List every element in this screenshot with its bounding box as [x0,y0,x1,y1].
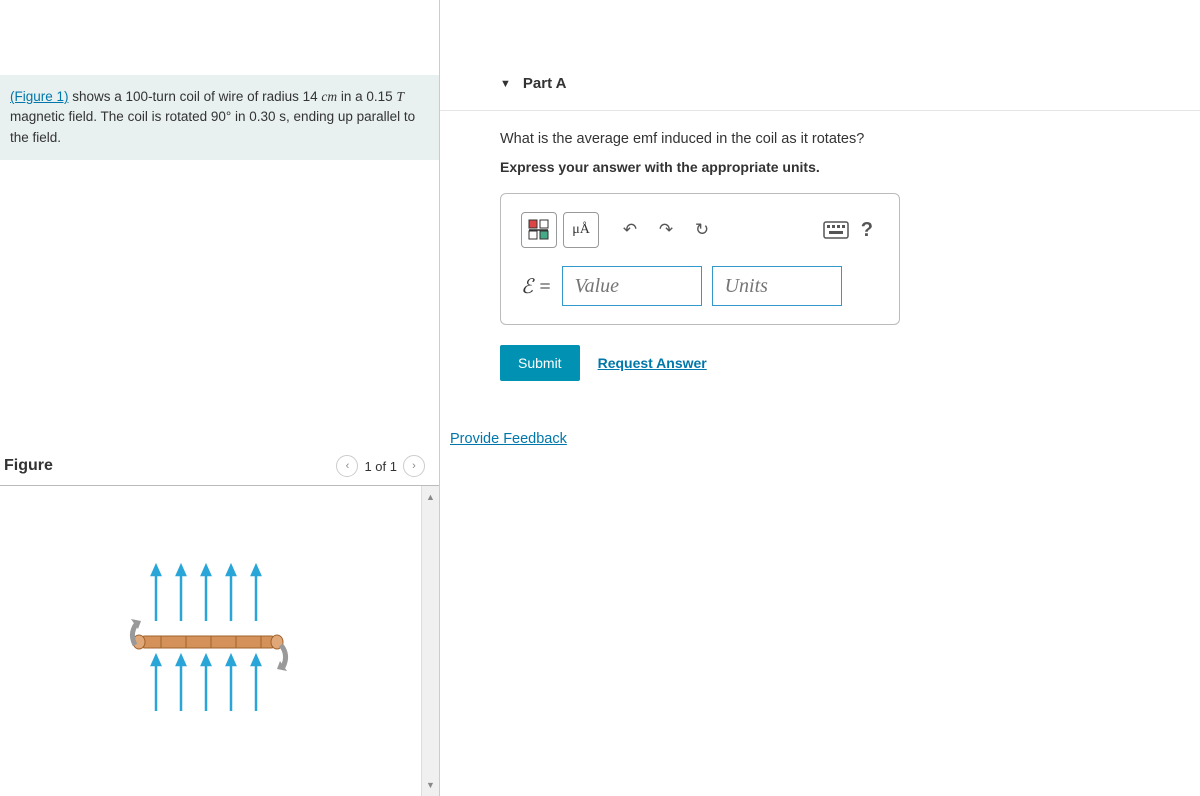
left-panel: (Figure 1) shows a 100-turn coil of wire… [0,0,440,796]
provide-feedback-link[interactable]: Provide Feedback [450,431,1200,447]
problem-statement: (Figure 1) shows a 100-turn coil of wire… [0,75,439,160]
instruction-text: Express your answer with the appropriate… [500,159,1170,175]
answer-box: μÅ ↶ ↷ ↻ ? ℰ = [500,193,900,325]
templates-icon [527,218,551,242]
templates-button[interactable] [521,212,557,248]
coil-diagram-icon [111,551,311,731]
figure-nav: ‹ 1 of 1 › [336,455,435,477]
var-T: T [396,89,404,104]
question-area: What is the average emf induced in the c… [440,110,1200,391]
epsilon-label: ℰ = [521,274,552,299]
value-input[interactable] [562,266,702,306]
help-button[interactable]: ? [855,219,879,242]
scroll-up-icon[interactable]: ▲ [424,490,437,504]
part-toggle-icon[interactable]: ▼ [500,78,511,90]
answer-toolbar: μÅ ↶ ↷ ↻ ? [521,212,879,248]
right-panel: ▼ Part A What is the average emf induced… [440,0,1200,796]
submit-button[interactable]: Submit [500,345,580,381]
scroll-down-icon[interactable]: ▼ [424,778,437,792]
part-title: Part A [523,75,567,92]
figure-section: Figure ‹ 1 of 1 › [0,447,439,796]
problem-text-1: shows a 100-turn coil of wire of radius … [69,89,322,104]
keyboard-icon[interactable] [823,221,849,239]
problem-text-2: in a 0.15 [337,89,396,104]
undo-button[interactable]: ↶ [615,215,645,245]
unit-cm: cm [321,89,337,104]
request-answer-link[interactable]: Request Answer [598,355,707,371]
figure-image [0,486,421,796]
figure-link[interactable]: (Figure 1) [10,89,69,104]
figure-body: ▲ ▼ [0,486,439,796]
figure-header: Figure ‹ 1 of 1 › [0,447,439,486]
figure-prev-button[interactable]: ‹ [336,455,358,477]
redo-button[interactable]: ↷ [651,215,681,245]
input-row: ℰ = [521,266,879,306]
units-input[interactable] [712,266,842,306]
figure-nav-text: 1 of 1 [364,459,397,474]
reset-button[interactable]: ↻ [687,215,717,245]
units-button[interactable]: μÅ [563,212,599,248]
part-header: ▼ Part A [440,55,1200,102]
figure-title: Figure [4,457,53,475]
figure-next-button[interactable]: › [403,455,425,477]
problem-text-3: magnetic field. The coil is rotated 90° … [10,109,415,144]
button-row: Submit Request Answer [500,345,1170,381]
figure-scrollbar[interactable]: ▲ ▼ [421,486,439,796]
question-text: What is the average emf induced in the c… [500,131,1170,147]
